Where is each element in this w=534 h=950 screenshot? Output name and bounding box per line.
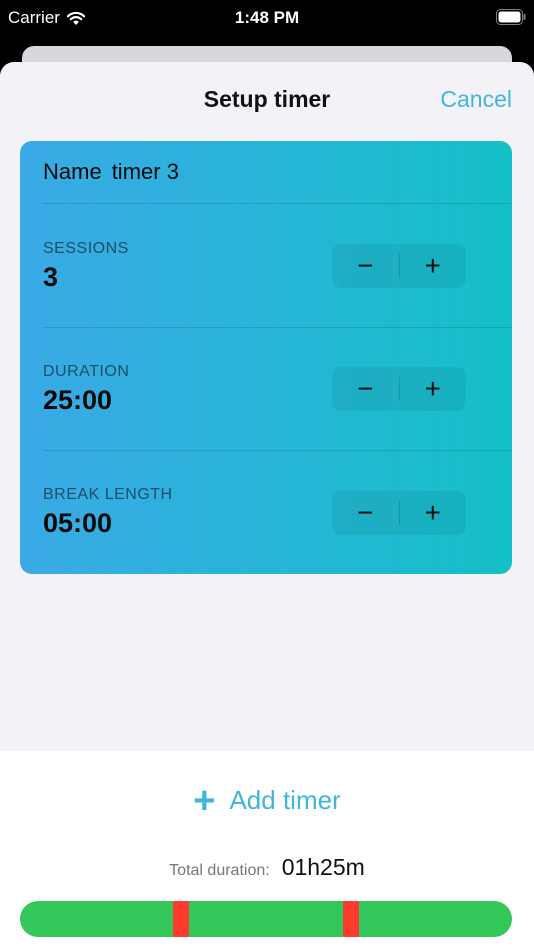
- setup-timer-sheet: Setup timer Cancel Name timer 3 SESSIONS …: [0, 62, 534, 950]
- break-segment: [173, 901, 189, 937]
- status-bar: Carrier 1:48 PM: [0, 0, 534, 38]
- break-length-value: 05:00: [43, 508, 113, 538]
- timer-card: Name timer 3 SESSIONS 3 − + DURATION 25:0…: [20, 141, 512, 574]
- break-length-label: BREAK LENGTH: [43, 486, 173, 503]
- duration-decrement-button[interactable]: −: [332, 367, 399, 411]
- divider: [43, 203, 512, 204]
- battery-icon: [496, 9, 526, 25]
- duration-stepper: − +: [332, 367, 466, 411]
- sessions-value: 3: [43, 262, 59, 292]
- sessions-decrement-button[interactable]: −: [332, 244, 399, 288]
- break-length-increment-button[interactable]: +: [400, 491, 467, 535]
- bottom-panel: + Add timer Total duration: 01h25m: [0, 751, 534, 950]
- status-time: 1:48 PM: [234, 8, 300, 27]
- session-timeline-bar: [20, 901, 512, 937]
- timer-name-field[interactable]: Name timer 3: [43, 159, 179, 185]
- divider: [43, 327, 512, 328]
- timer-name-value[interactable]: timer 3: [112, 159, 179, 184]
- break-length-stepper: − +: [332, 491, 466, 535]
- sessions-label: SESSIONS: [43, 240, 129, 257]
- add-timer-button[interactable]: + Add timer: [0, 779, 534, 822]
- sessions-stepper: − +: [332, 244, 466, 288]
- break-segment: [343, 901, 359, 937]
- add-timer-label: Add timer: [229, 785, 341, 815]
- break-length-decrement-button[interactable]: −: [332, 491, 399, 535]
- duration-value: 25:00: [43, 385, 113, 415]
- total-duration-value: 01h25m: [281, 854, 365, 880]
- divider: [43, 450, 512, 451]
- total-duration: Total duration: 01h25m: [0, 854, 534, 881]
- timer-name-label: Name: [43, 159, 102, 184]
- cancel-button[interactable]: Cancel: [440, 86, 512, 113]
- duration-label: DURATION: [43, 363, 130, 380]
- total-duration-label: Total duration:: [169, 862, 270, 879]
- plus-icon: +: [193, 779, 216, 822]
- duration-increment-button[interactable]: +: [400, 367, 467, 411]
- sessions-increment-button[interactable]: +: [400, 244, 467, 288]
